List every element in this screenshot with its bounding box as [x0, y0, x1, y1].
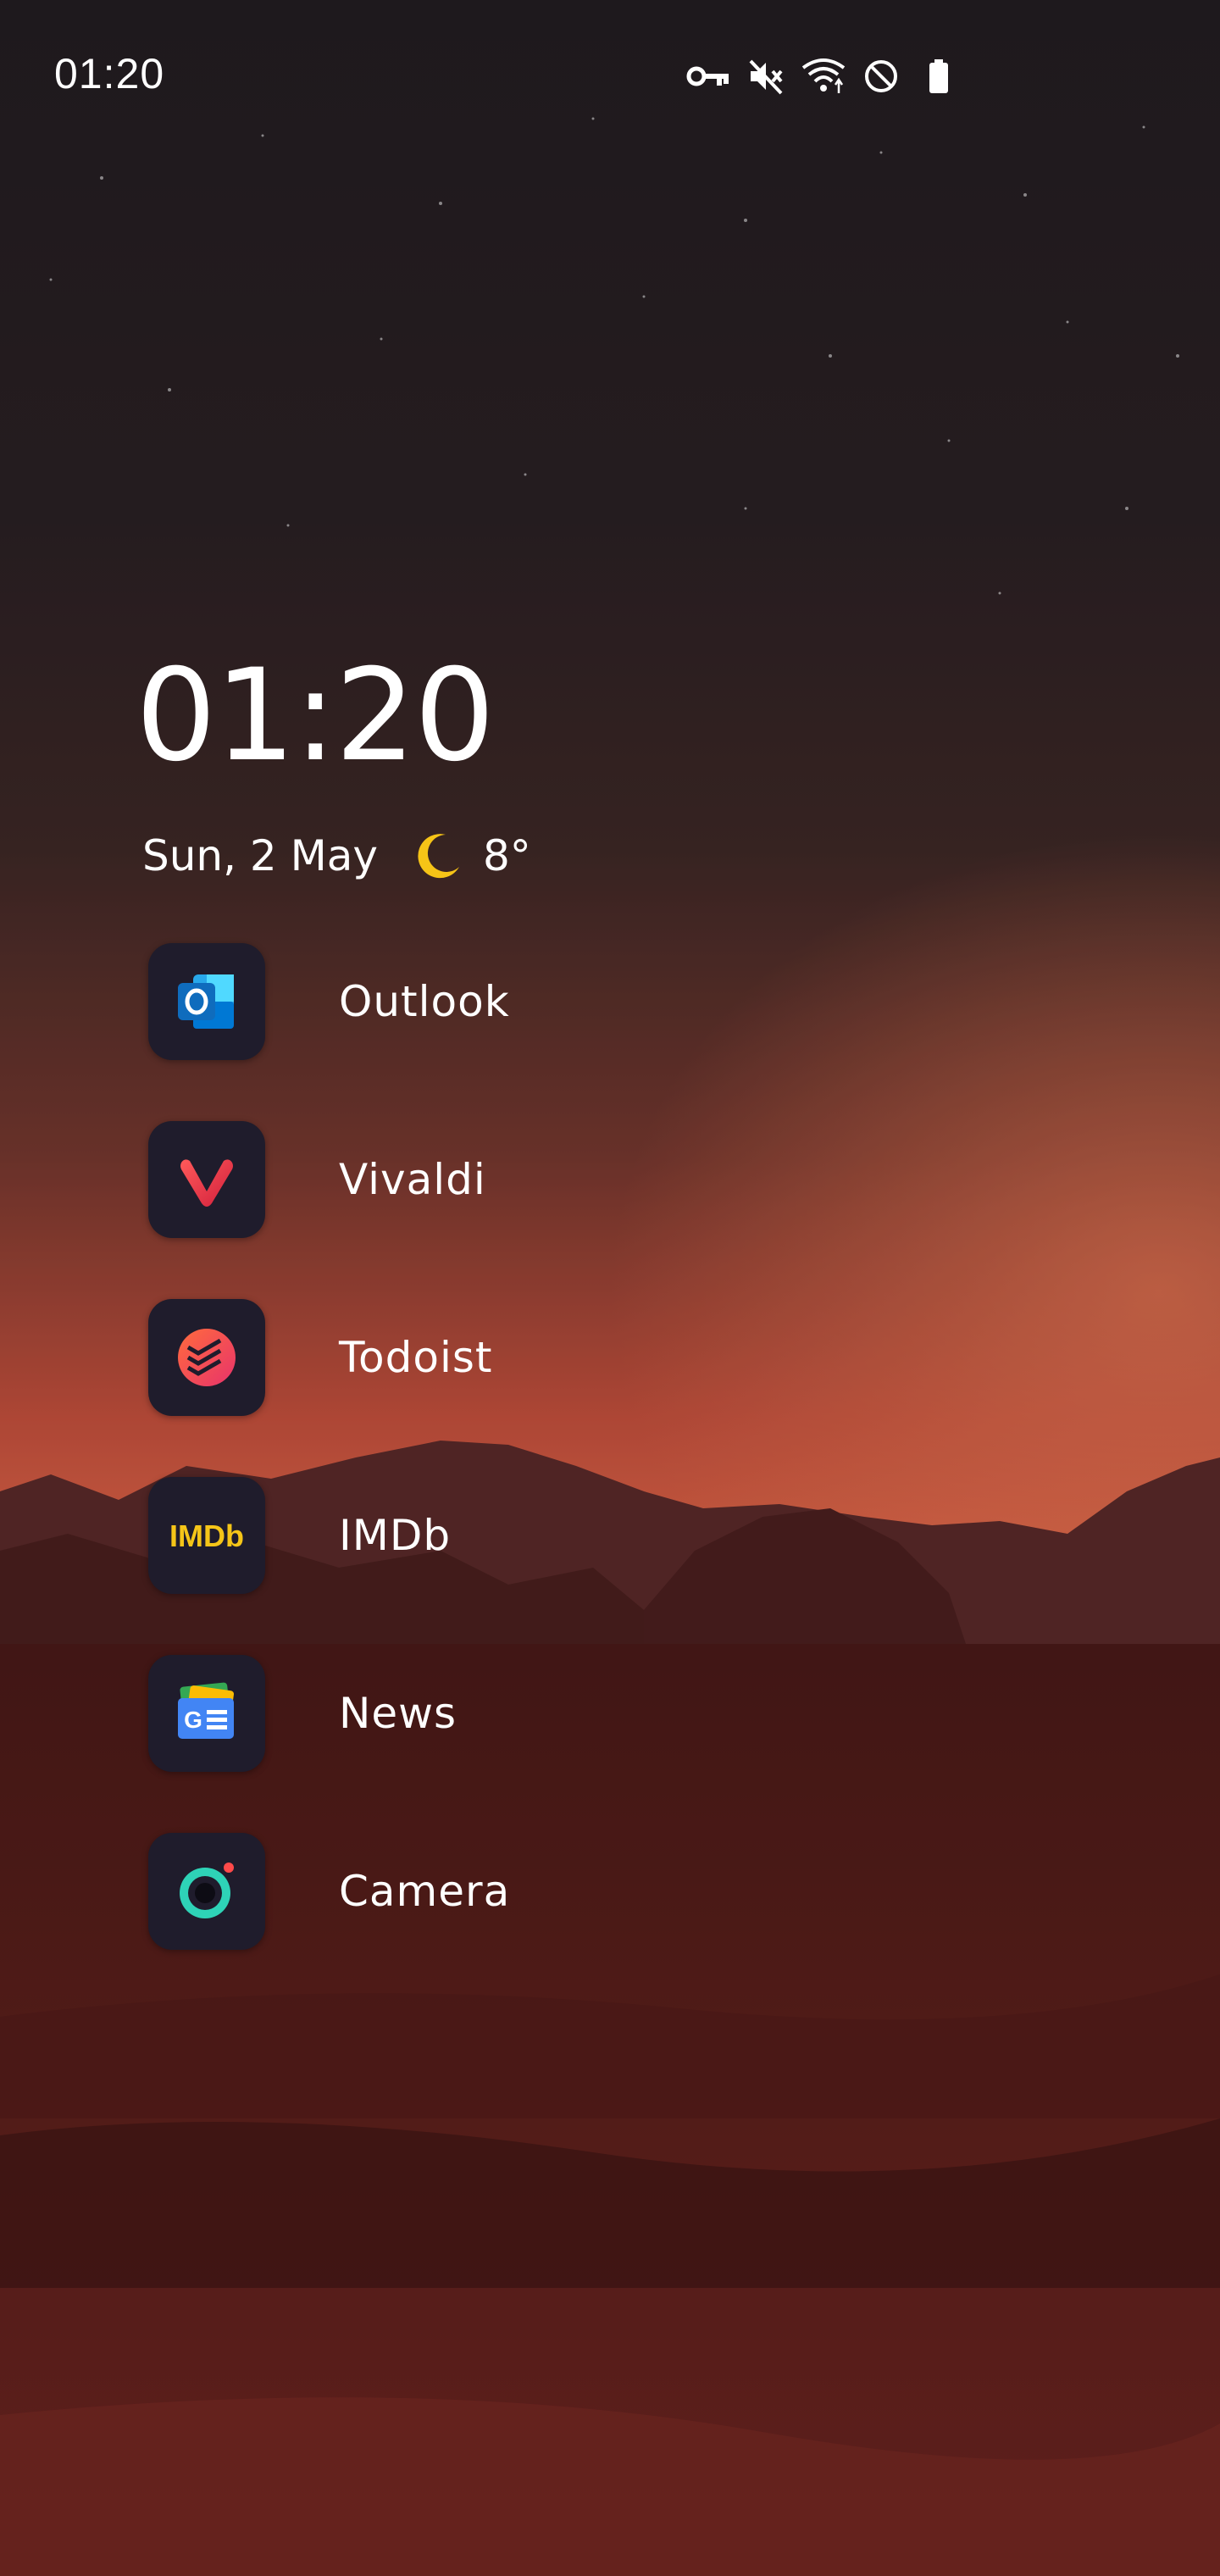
wifi-icon	[800, 53, 847, 100]
status-time: 01:20	[54, 50, 165, 97]
app-vivaldi[interactable]: Vivaldi	[148, 1120, 657, 1239]
app-label: Vivaldi	[339, 1155, 486, 1204]
status-bar: 01:20	[0, 0, 1220, 153]
vpn-key-icon	[685, 53, 732, 100]
outlook-icon	[148, 943, 265, 1060]
app-news[interactable]: G News	[148, 1654, 657, 1773]
app-camera[interactable]: Camera	[148, 1832, 657, 1951]
moon-icon	[418, 834, 459, 879]
wallpaper	[0, 0, 1220, 2576]
app-todoist[interactable]: Todoist	[148, 1298, 657, 1417]
app-label: Outlook	[339, 977, 510, 1026]
app-label: Todoist	[339, 1333, 493, 1382]
app-label: Camera	[339, 1867, 511, 1916]
mute-icon	[742, 53, 790, 100]
svg-text:IMDb: IMDb	[169, 1518, 244, 1553]
clock-time[interactable]: 01:20	[136, 652, 495, 780]
camera-icon	[148, 1833, 265, 1950]
app-outlook[interactable]: Outlook	[148, 942, 657, 1061]
do-not-disturb-icon	[857, 53, 905, 100]
status-icons	[685, 53, 962, 100]
todoist-icon	[148, 1299, 265, 1416]
imdb-icon: IMDb	[148, 1477, 265, 1594]
date-label: Sun, 2 May	[142, 831, 378, 880]
temperature-label: 8°	[482, 831, 531, 880]
app-label: News	[339, 1689, 458, 1738]
app-imdb[interactable]: IMDb IMDb	[148, 1476, 657, 1595]
app-label: IMDb	[339, 1511, 452, 1560]
svg-text:G: G	[184, 1707, 202, 1733]
battery-icon	[915, 53, 962, 100]
google-news-icon: G	[148, 1655, 265, 1772]
vivaldi-icon	[148, 1121, 265, 1238]
date-weather-row[interactable]: Sun, 2 May 8°	[142, 822, 531, 890]
